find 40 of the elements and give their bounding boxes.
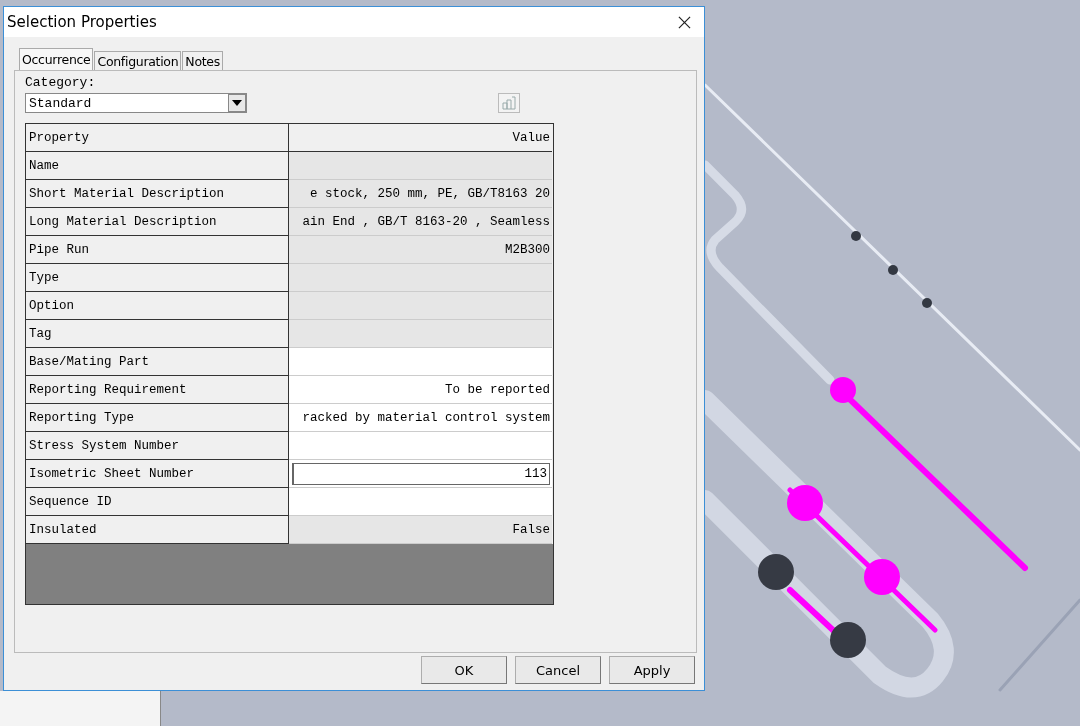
property-cell: Reporting Type [26, 404, 289, 432]
tab[interactable]: Notes [182, 51, 223, 70]
value-cell[interactable]: ain End , GB/T 8163-20 , Seamless [289, 208, 552, 236]
dropdown-arrow-icon [232, 100, 242, 106]
property-cell: Base/Mating Part [26, 348, 289, 376]
value-cell[interactable]: e stock, 250 mm, PE, GB/T8163 20 [289, 180, 552, 208]
value-cell[interactable]: To be reported [289, 376, 552, 404]
property-cell: Stress System Number [26, 432, 289, 460]
value-cell[interactable] [289, 348, 552, 376]
window-title: Selection Properties [7, 13, 157, 31]
property-cell: Reporting Requirement [26, 376, 289, 404]
value-cell[interactable] [289, 320, 552, 348]
close-icon[interactable] [678, 15, 691, 29]
property-cell: Type [26, 264, 289, 292]
property-cell: Short Material Description [26, 180, 289, 208]
property-cell: Option [26, 292, 289, 320]
value-cell[interactable] [289, 292, 552, 320]
property-cell: Name [26, 152, 289, 180]
property-cell: Sequence ID [26, 488, 289, 516]
property-cell: Tag [26, 320, 289, 348]
value-cell[interactable]: M2B300 [289, 236, 552, 264]
grid-view-button[interactable] [498, 93, 520, 113]
value-cell[interactable] [289, 264, 552, 292]
property-cell: Insulated [26, 516, 289, 544]
value-cell[interactable]: racked by material control system [289, 404, 552, 432]
tab[interactable]: Configuration [94, 51, 182, 70]
dialog-button[interactable]: Cancel [515, 656, 601, 684]
property-cell: Long Material Description [26, 208, 289, 236]
value-cell[interactable] [289, 488, 552, 516]
value-cell[interactable] [289, 152, 552, 180]
value-input-field[interactable]: 113 [292, 462, 550, 485]
dialog-button[interactable]: Apply [609, 656, 695, 684]
category-dropdown[interactable]: Standard [25, 93, 247, 113]
value-cell[interactable]: False [289, 516, 552, 544]
dialog-button[interactable]: OK [421, 656, 507, 684]
tab[interactable]: Occurrence [19, 48, 94, 70]
property-cell: Isometric Sheet Number [26, 460, 289, 488]
category-label: Category: [25, 75, 96, 90]
value-cell[interactable] [289, 432, 552, 460]
property-cell: Pipe Run [26, 236, 289, 264]
